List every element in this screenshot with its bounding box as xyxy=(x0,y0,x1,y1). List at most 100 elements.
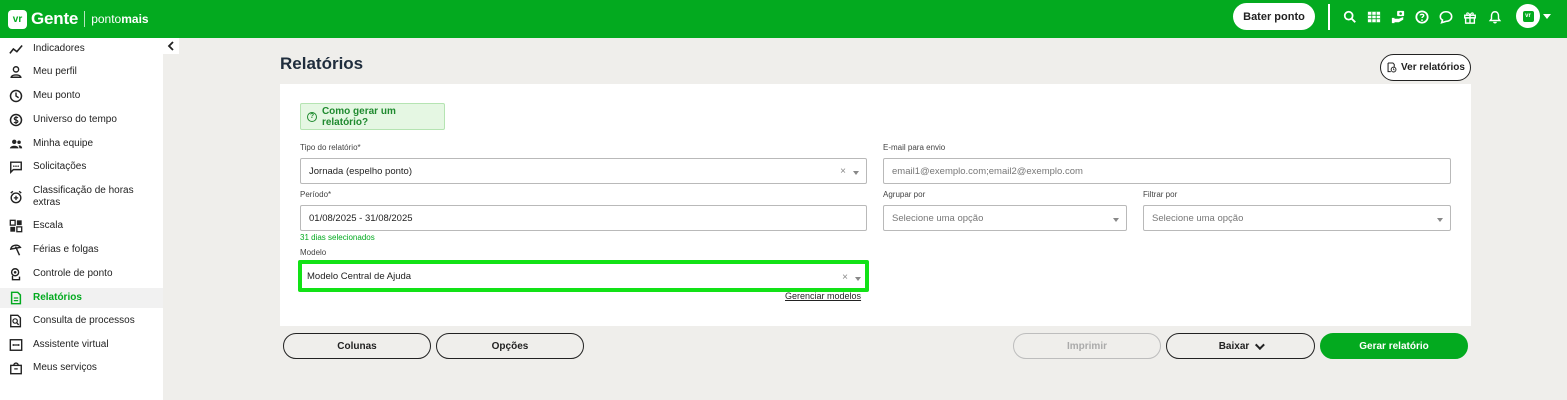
app-logo[interactable]: vr Gente pontomais xyxy=(8,9,149,29)
bater-ponto-button[interactable]: Bater ponto xyxy=(1233,3,1315,30)
filter-by-placeholder: Selecione uma opção xyxy=(1152,212,1244,224)
generate-report-button[interactable]: Gerar relatório xyxy=(1320,333,1468,359)
sidebar-item-label: Solicitações xyxy=(33,161,87,172)
sidebar-item-label: Assistente virtual xyxy=(33,339,109,350)
fingerprint-icon xyxy=(8,267,23,282)
page-title: Relatórios xyxy=(280,54,364,73)
options-button[interactable]: Opções xyxy=(436,333,584,359)
message-icon xyxy=(8,160,23,175)
beach-icon xyxy=(8,243,23,258)
hand-money-icon[interactable] xyxy=(1390,9,1406,25)
period-field[interactable]: 01/08/2025 - 31/08/2025 xyxy=(300,205,867,231)
help-icon[interactable] xyxy=(1414,9,1430,25)
group-by-label: Agrupar por xyxy=(883,190,926,199)
manage-models-link[interactable]: Gerenciar modelos xyxy=(785,291,861,301)
period-value: 01/08/2025 - 31/08/2025 xyxy=(309,212,413,224)
sidebar-item-controle-de-ponto[interactable]: Controle de ponto xyxy=(0,266,163,282)
gift-icon[interactable] xyxy=(1462,9,1478,25)
logo-brand: Gente xyxy=(31,9,79,28)
sidebar-item-meu-ponto[interactable]: Meu ponto xyxy=(0,88,163,104)
logo-subbrand: pontomais xyxy=(91,12,148,26)
bell-icon[interactable] xyxy=(1487,9,1503,25)
trend-icon xyxy=(8,42,23,57)
filter-by-select[interactable]: Selecione uma opção xyxy=(1143,205,1451,231)
sidebar-item-minha-equipe[interactable]: Minha equipe xyxy=(0,136,163,152)
schedule-grid-icon xyxy=(8,219,23,234)
sidebar-item-label: Controle de ponto xyxy=(33,268,113,279)
group-by-placeholder: Selecione uma opção xyxy=(892,212,984,224)
clock-icon xyxy=(8,89,23,104)
team-icon xyxy=(8,137,23,152)
group-by-select[interactable]: Selecione uma opção xyxy=(883,205,1127,231)
email-field[interactable]: email1@exemplo.com;email2@exemplo.com xyxy=(883,158,1451,184)
sidebar-item-assistente-virtual[interactable]: Assistente virtual xyxy=(0,337,163,353)
chevron-down-icon[interactable] xyxy=(1543,14,1551,19)
person-icon xyxy=(8,65,23,80)
document-clock-icon xyxy=(1387,62,1397,73)
avatar-badge: vr xyxy=(1522,10,1534,22)
logo-subbrand-b: mais xyxy=(121,12,149,26)
download-button[interactable]: Baixar xyxy=(1166,333,1315,359)
grid-icon[interactable] xyxy=(1366,9,1382,25)
model-select[interactable]: Modelo Central de Ajuda × xyxy=(298,260,869,292)
sidebar-item-universo-do-tempo[interactable]: Universo do tempo xyxy=(0,112,163,128)
sidebar-item-meu-perfil[interactable]: Meu perfil xyxy=(0,64,163,80)
topbar-divider xyxy=(1328,4,1330,30)
sidebar-item-indicadores[interactable]: Indicadores xyxy=(0,41,163,57)
sidebar-item-label: Consulta de processos xyxy=(33,315,135,326)
model-label: Modelo xyxy=(300,248,327,257)
sidebar-item-meus-servicos[interactable]: Meus serviços xyxy=(0,360,163,376)
user-avatar[interactable]: vr xyxy=(1516,4,1540,28)
help-link[interactable]: ? Como gerar um relatório? xyxy=(300,103,445,130)
sidebar-item-label: Escala xyxy=(33,220,64,231)
sidebar-item-label: Classificação de horas extras xyxy=(33,185,134,208)
sidebar-item-label: Indicadores xyxy=(33,43,85,54)
help-icon: ? xyxy=(307,111,317,122)
email-placeholder: email1@exemplo.com;email2@exemplo.com xyxy=(892,165,1083,177)
report-type-label: Tipo do relatório* xyxy=(300,143,361,152)
sidebar-item-ferias-e-folgas[interactable]: Férias e folgas xyxy=(0,242,163,258)
sidebar-item-relatorios[interactable]: Relatórios xyxy=(0,288,163,308)
sidebar-item-label: Férias e folgas xyxy=(33,244,99,255)
chevron-left-icon xyxy=(167,41,174,51)
columns-button[interactable]: Colunas xyxy=(283,333,431,359)
chevron-down-icon xyxy=(1255,339,1266,350)
model-value: Modelo Central de Ajuda xyxy=(307,270,412,282)
collapse-sidebar-button[interactable] xyxy=(163,38,179,54)
help-link-label: Como gerar um relatório? xyxy=(321,105,396,128)
chevron-down-icon[interactable] xyxy=(853,171,859,175)
sidebar-item-label: Meu ponto xyxy=(33,90,81,101)
sidebar-item-label: Minha equipe xyxy=(33,138,94,149)
sidebar-item-label: Relatórios xyxy=(33,292,82,303)
chat-icon[interactable] xyxy=(1438,9,1454,25)
logo-badge: vr xyxy=(8,9,27,29)
logo-subbrand-a: ponto xyxy=(91,12,122,26)
search-icon[interactable] xyxy=(1342,9,1358,25)
download-label: Baixar xyxy=(1218,340,1250,352)
doc-search-icon xyxy=(8,314,23,329)
sidebar-item-label: Meus serviços xyxy=(33,362,97,373)
dollar-icon xyxy=(8,113,23,128)
clear-icon[interactable]: × xyxy=(842,272,848,283)
sidebar-item-escala[interactable]: Escala xyxy=(0,218,163,234)
assistant-icon xyxy=(8,338,23,353)
chevron-down-icon[interactable] xyxy=(1113,218,1119,222)
chevron-down-icon[interactable] xyxy=(855,277,861,281)
period-days-hint: 31 dias selecionados xyxy=(300,233,375,242)
bag-icon xyxy=(8,361,23,376)
report-type-value: Jornada (espelho ponto) xyxy=(309,165,412,177)
filter-by-label: Filtrar por xyxy=(1143,190,1178,199)
logo-divider xyxy=(84,11,86,27)
report-type-select[interactable]: Jornada (espelho ponto) × xyxy=(300,158,867,184)
sidebar-item-consulta-de-processos[interactable]: Consulta de processos xyxy=(0,313,163,329)
top-bar: vr Gente pontomais Bater ponto vr xyxy=(0,0,1567,38)
sidebar-item-solicitacoes[interactable]: Solicitações xyxy=(0,159,163,175)
period-label: Período* xyxy=(300,190,332,199)
chevron-down-icon[interactable] xyxy=(1437,218,1443,222)
sidebar-item-classificacao-horas-extras[interactable]: Classificação de horas extras xyxy=(0,183,163,211)
clear-icon[interactable]: × xyxy=(840,166,846,177)
view-reports-button[interactable]: Ver relatórios xyxy=(1380,54,1471,81)
print-button[interactable]: Imprimir xyxy=(1013,333,1161,359)
document-icon xyxy=(8,291,23,306)
sidebar-item-label: Universo do tempo xyxy=(33,114,117,125)
